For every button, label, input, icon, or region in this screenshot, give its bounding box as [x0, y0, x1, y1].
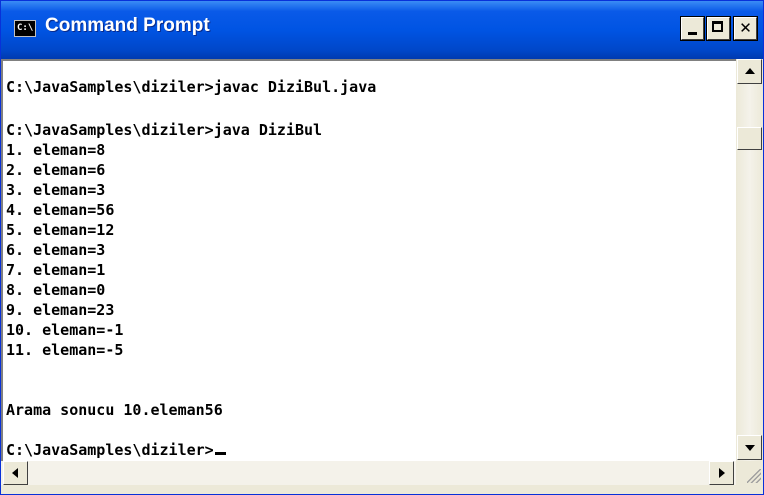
vertical-scrollbar[interactable] [736, 59, 763, 461]
close-icon: ✕ [739, 19, 752, 37]
console-line: 9. eleman=23 [6, 301, 115, 319]
window-bottom-border [1, 485, 763, 494]
command-prompt-window: C:\ Command Prompt ✕ C:\JavaSamples\dizi… [0, 0, 764, 495]
console-line: 7. eleman=1 [6, 261, 106, 279]
console-line: Arama sonucu 10.eleman56 [6, 401, 223, 419]
console-line: 1. eleman=8 [6, 141, 106, 159]
console-line: 4. eleman=56 [6, 201, 115, 219]
minimize-button[interactable] [680, 16, 705, 41]
text-cursor [214, 452, 226, 455]
maximize-button[interactable] [706, 16, 731, 41]
scroll-right-arrow-icon [719, 468, 725, 478]
console-line: 6. eleman=3 [6, 241, 106, 259]
console-line: 2. eleman=6 [6, 161, 106, 179]
scroll-down-arrow-icon [745, 445, 755, 451]
window-title: Command Prompt [45, 15, 210, 36]
scroll-left-arrow-icon [12, 468, 18, 478]
console-line: C:\JavaSamples\diziler>java DiziBul [6, 121, 323, 139]
console-line: 11. eleman=-5 [6, 341, 124, 359]
console-line: C:\JavaSamples\diziler>javac DiziBul.jav… [6, 78, 377, 96]
size-grip[interactable] [736, 461, 763, 485]
resize-grip-icon [747, 469, 761, 483]
scroll-down-button[interactable] [737, 435, 762, 460]
console-icon[interactable]: C:\ [14, 20, 36, 37]
scroll-left-button[interactable] [3, 461, 28, 485]
horizontal-scrollbar[interactable] [1, 461, 736, 485]
vertical-scroll-thumb[interactable] [737, 127, 762, 150]
console-output[interactable]: C:\JavaSamples\diziler>javac DiziBul.jav… [1, 59, 736, 461]
scroll-right-button[interactable] [709, 461, 734, 485]
console-line: 10. eleman=-1 [6, 321, 124, 339]
console-line: 3. eleman=3 [6, 181, 106, 199]
console-line: 5. eleman=12 [6, 221, 115, 239]
scroll-up-arrow-icon [745, 68, 755, 74]
close-button[interactable]: ✕ [733, 16, 758, 41]
console-line: 8. eleman=0 [6, 281, 106, 299]
minimize-icon [688, 32, 697, 35]
maximize-icon [712, 21, 723, 32]
title-bar[interactable]: C:\ Command Prompt ✕ [1, 1, 763, 59]
scroll-up-button[interactable] [737, 59, 762, 84]
console-prompt-line: C:\JavaSamples\diziler> [6, 441, 226, 459]
console-prompt: C:\JavaSamples\diziler> [6, 441, 214, 459]
